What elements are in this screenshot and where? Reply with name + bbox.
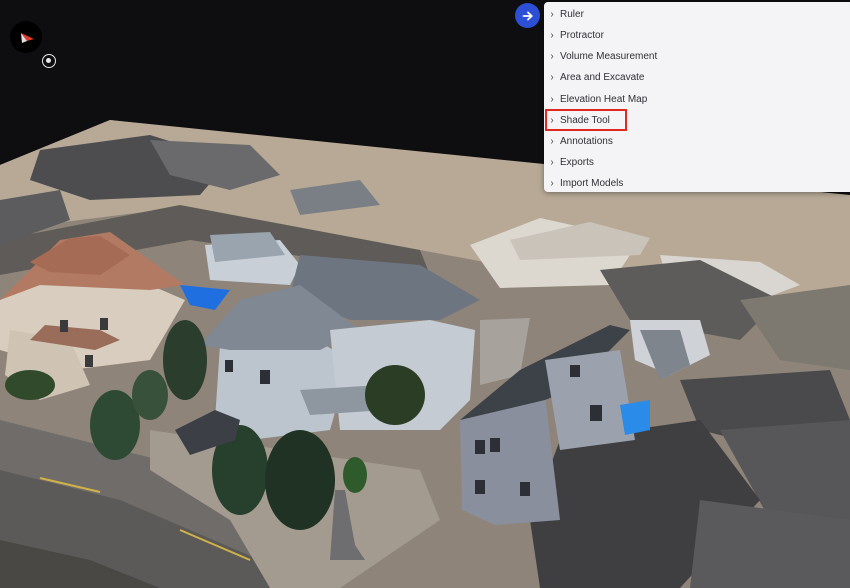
chevron-right-icon: ›	[550, 50, 554, 62]
crosshair-icon[interactable]	[42, 54, 56, 68]
tool-item-volume-measurement[interactable]: › Volume Measurement	[544, 46, 657, 66]
chevron-right-icon: ›	[550, 114, 554, 126]
chevron-right-icon: ›	[550, 29, 554, 41]
tool-item-shade-tool[interactable]: › Shade Tool	[544, 109, 627, 131]
measurement-tools-panel: › Ruler › Protractor › Volume Measuremen…	[544, 2, 850, 192]
compass-icon	[21, 33, 34, 43]
tool-item-label: Shade Tool	[560, 114, 610, 126]
tool-item-annotations[interactable]: › Annotations	[544, 131, 613, 151]
tool-item-label: Protractor	[560, 29, 604, 41]
chevron-right-icon: ›	[550, 71, 554, 83]
arrow-right-icon	[522, 11, 533, 20]
chevron-right-icon: ›	[550, 177, 554, 189]
tool-item-label: Elevation Heat Map	[560, 93, 648, 105]
tool-item-label: Ruler	[560, 8, 584, 20]
chevron-right-icon: ›	[550, 135, 554, 147]
tool-item-area-and-excavate[interactable]: › Area and Excavate	[544, 67, 645, 87]
collapse-panel-button[interactable]	[515, 3, 540, 28]
chevron-right-icon: ›	[550, 8, 554, 20]
tool-item-label: Annotations	[560, 135, 613, 147]
chevron-right-icon: ›	[550, 156, 554, 168]
compass-button[interactable]	[10, 21, 42, 53]
tool-item-ruler[interactable]: › Ruler	[544, 4, 584, 24]
tool-item-elevation-heat-map[interactable]: › Elevation Heat Map	[544, 89, 647, 109]
tool-item-label: Exports	[560, 156, 594, 168]
tool-item-exports[interactable]: › Exports	[544, 152, 594, 172]
tool-item-label: Import Models	[560, 177, 624, 189]
tool-item-protractor[interactable]: › Protractor	[544, 25, 604, 45]
tool-item-import-models[interactable]: › Import Models	[544, 173, 623, 193]
tool-item-label: Area and Excavate	[560, 71, 645, 83]
chevron-right-icon: ›	[550, 93, 554, 105]
tool-item-label: Volume Measurement	[560, 50, 658, 62]
